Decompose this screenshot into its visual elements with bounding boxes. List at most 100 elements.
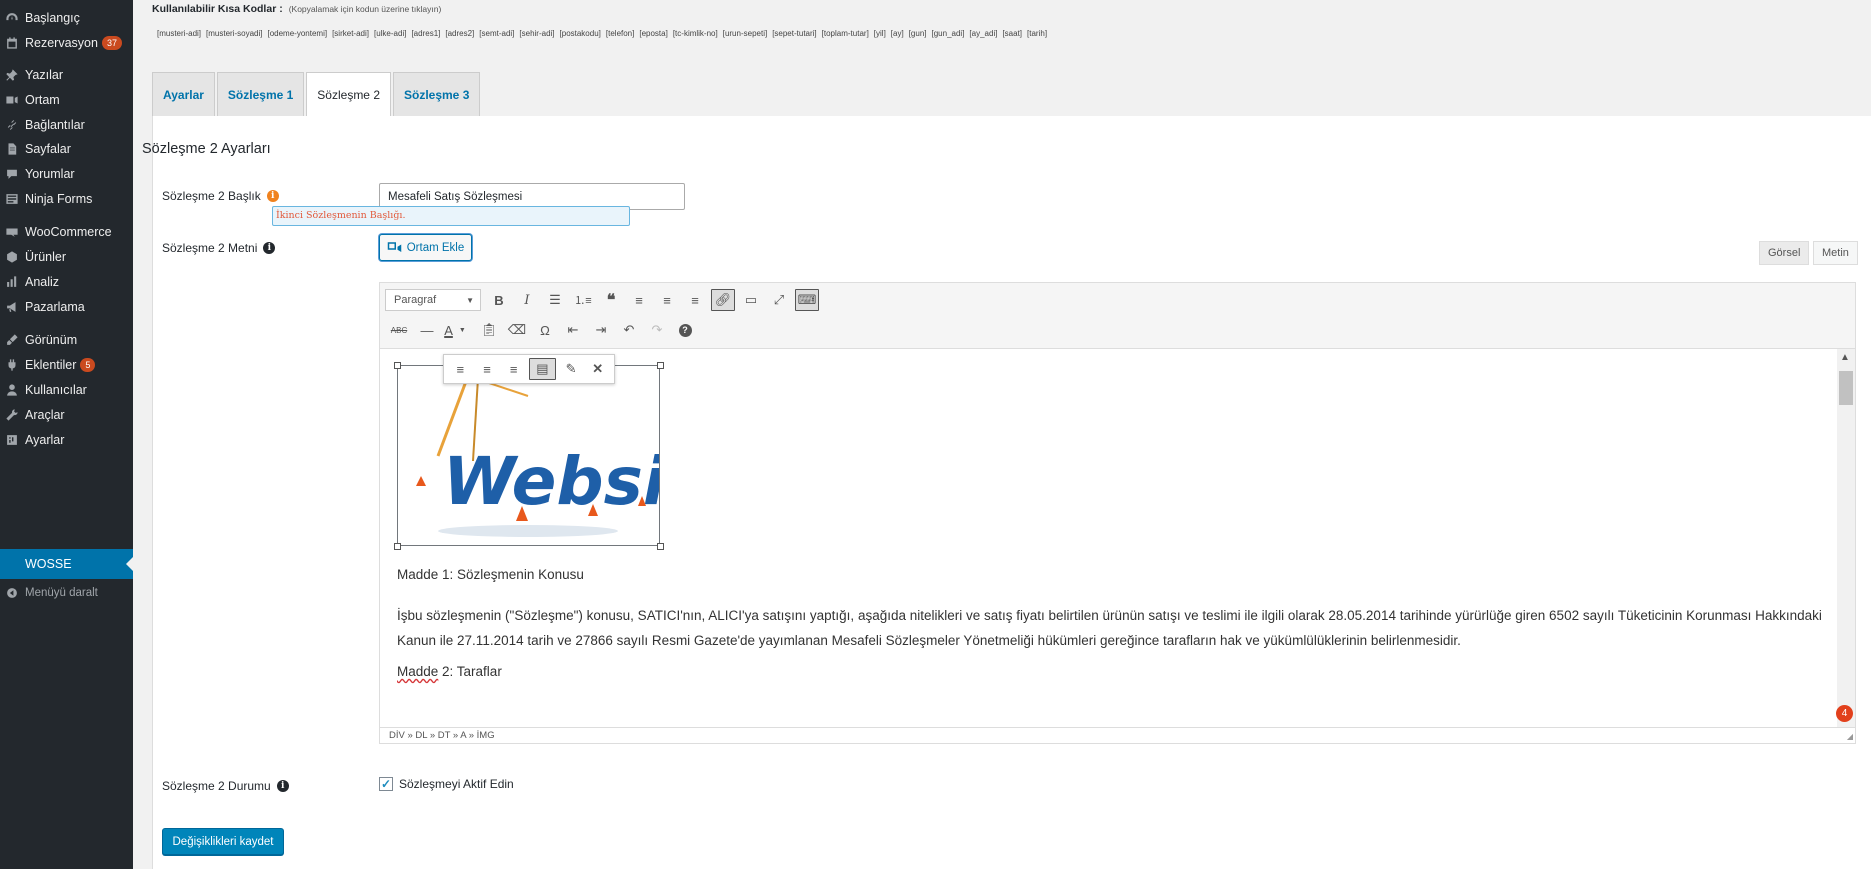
undo-button[interactable]: ↶ [615,318,643,342]
redo-button[interactable]: ↷ [643,318,671,342]
image-align-left-button[interactable]: ≡ [447,357,474,381]
blockquote-button[interactable]: ❝ [597,288,625,312]
checkbox-label[interactable]: Sözleşmeyi Aktif Edin [399,777,514,791]
sidebar-item-urunler[interactable]: Ürünler [0,243,133,271]
editor-scrollbar[interactable]: ▲ [1837,349,1855,729]
sidebar-item-yorumlar[interactable]: Yorumlar [0,160,133,188]
shortcode-item[interactable]: [ay_adi] [969,29,997,38]
sidebar-item-ninja-forms[interactable]: Ninja Forms [0,185,133,213]
shortcode-item[interactable]: [eposta] [639,29,667,38]
fullscreen-button[interactable]: ⤢ [765,288,793,312]
sidebar-item-label: Pazarlama [25,300,85,314]
shortcode-item[interactable]: [gun_adi] [932,29,965,38]
text-mode-tab[interactable]: Metin [1813,241,1858,265]
tab-sozlesme-2[interactable]: Sözleşme 2 [306,72,391,117]
shortcode-item[interactable]: [musteri-adi] [157,29,201,38]
align-right-button[interactable]: ≡ [681,288,709,312]
horizontal-line-button[interactable]: — [413,318,441,342]
indent-button[interactable]: ⇥ [587,318,615,342]
scroll-thumb[interactable] [1839,371,1853,405]
text-color-button[interactable]: A ▼ [441,318,469,342]
visual-mode-tab[interactable]: Görsel [1759,241,1810,265]
image-edit-button[interactable]: ✎ [558,357,585,381]
save-changes-button[interactable]: Değişiklikleri kaydet [162,828,284,855]
misspelled-word: Madde [397,664,439,679]
bullet-list-button[interactable]: ☰ [541,288,569,312]
shortcode-item[interactable]: [sehir-adi] [519,29,554,38]
resize-handle-sw[interactable] [394,543,401,550]
shortcode-item[interactable]: [adres1] [411,29,440,38]
shortcode-item[interactable]: [adres2] [445,29,474,38]
shortcode-item[interactable]: [tc-kimlik-no] [673,29,718,38]
sidebar-item-label: Ninja Forms [25,192,93,206]
resize-handle-ne[interactable] [657,362,664,369]
shortcode-item[interactable]: [ulke-adi] [374,29,406,38]
strikethrough-button[interactable]: ABC [385,318,413,342]
shortcode-item[interactable]: [urun-sepeti] [723,29,767,38]
outdent-button[interactable]: ⇤ [559,318,587,342]
image-align-none-button[interactable]: ▤ [528,358,556,380]
link-button[interactable]: 🔗︎ [711,289,735,311]
editor-resize-icon[interactable]: ◢ [1847,732,1853,741]
shortcode-item[interactable]: [odeme-yontemi] [267,29,327,38]
resize-handle-nw[interactable] [394,362,401,369]
image-align-right-button[interactable]: ≡ [500,357,527,381]
sidebar-item-araclar[interactable]: Araçlar [0,401,133,429]
shortcode-item[interactable]: [telefon] [606,29,634,38]
special-character-button[interactable]: Ω [531,318,559,342]
shortcode-item[interactable]: [postakodu] [560,29,601,38]
info-icon[interactable]: i [266,190,279,202]
scroll-up-icon[interactable]: ▲ [1840,352,1850,363]
tab-sozlesme-1[interactable]: Sözleşme 1 [216,72,305,117]
notification-count-badge[interactable]: 4 [1836,705,1853,722]
tab-ayarlar[interactable]: Ayarlar [152,72,215,117]
shortcode-item[interactable]: [sirket-adi] [332,29,369,38]
collapse-menu-button[interactable]: Menüyü daralt [0,579,133,607]
activate-contract-checkbox[interactable]: ✓ [379,777,393,791]
sidebar-item-pazarlama[interactable]: Pazarlama [0,293,133,321]
shortcode-item[interactable]: [tarih] [1027,29,1047,38]
align-center-button[interactable]: ≡ [653,288,681,312]
image-align-center-button[interactable]: ≡ [474,357,501,381]
align-left-button[interactable]: ≡ [625,288,653,312]
shortcode-item[interactable]: [saat] [1002,29,1022,38]
sidebar-item-dashboard[interactable]: Başlangıç [0,4,133,32]
numbered-list-button[interactable]: ⒈≡ [569,288,597,312]
shortcode-item[interactable]: [toplam-tutar] [822,29,869,38]
italic-button[interactable]: I [513,288,541,312]
shortcode-item[interactable]: [semt-adi] [479,29,514,38]
clear-formatting-button[interactable]: ⌫ [503,318,531,342]
sidebar-item-eklentiler[interactable]: Eklentiler 5 [0,351,133,379]
shortcode-item[interactable]: [musteri-soyadi] [206,29,262,38]
selected-image[interactable]: Website [397,365,660,546]
format-select[interactable]: Paragraf ▼ [385,289,481,311]
resize-handle-se[interactable] [657,543,664,550]
sidebar-item-analiz[interactable]: Analiz [0,268,133,296]
shortcode-item[interactable]: [ay] [891,29,904,38]
sidebar-item-sayfalar[interactable]: Sayfalar [0,135,133,163]
read-more-button[interactable]: ▭ [737,288,765,312]
paste-text-button[interactable]: 📋︎ [475,318,503,342]
sidebar-item-ayarlar[interactable]: Ayarlar [0,426,133,454]
sidebar-item-gorunum[interactable]: Görünüm [0,326,133,354]
toolbar-row-2: ABC — A ▼ 📋︎ ⌫ Ω ⇤ ⇥ ↶ ↷ ? [385,317,699,343]
woo-icon [0,222,24,242]
shortcode-item[interactable]: [yil] [874,29,886,38]
bold-button[interactable]: B [485,288,513,312]
info-icon[interactable]: i [276,780,289,792]
editor-content[interactable]: Website ≡ ≡ ≡ ▤ ✎ ✕ Madde 1: Sözleşmenin… [380,349,1838,729]
tab-sozlesme-3[interactable]: Sözleşme 3 [393,72,481,117]
sidebar-item-wosse[interactable]: WOSSE [0,549,133,579]
sidebar-item-ortam[interactable]: Ortam [0,86,133,114]
sidebar-item-kullanicilar[interactable]: Kullanıcılar [0,376,133,404]
sidebar-item-woocommerce[interactable]: WooCommerce [0,218,133,246]
help-button[interactable]: ? [671,318,699,342]
add-media-button[interactable]: Ortam Ekle [379,234,472,261]
shortcode-item[interactable]: [gun] [909,29,927,38]
sidebar-item-yazilar[interactable]: Yazılar [0,61,133,89]
shortcode-item[interactable]: [sepet-tutari] [772,29,816,38]
info-icon[interactable]: i [263,242,276,254]
sidebar-item-rezervasyon[interactable]: Rezervasyon 37 [0,29,133,57]
image-remove-button[interactable]: ✕ [584,357,611,381]
toolbar-toggle-button[interactable]: ⌨ [795,289,819,311]
